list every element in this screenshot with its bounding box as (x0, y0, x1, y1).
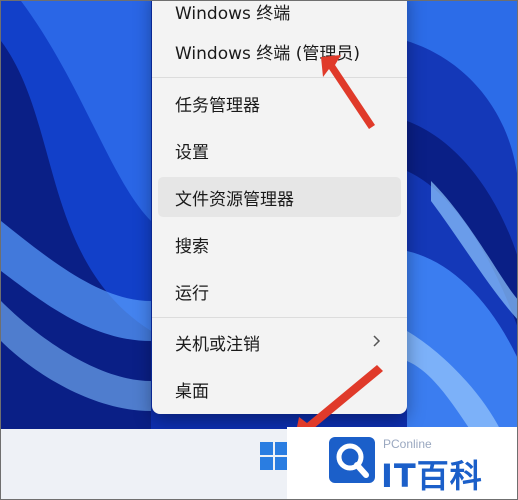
menu-item-label: 关机或注销 (175, 334, 260, 355)
menu-item-label: 任务管理器 (175, 95, 260, 116)
menu-item-settings[interactable]: 设置 (158, 130, 401, 170)
watermark-brand-small: PConline (383, 437, 432, 451)
menu-item-run[interactable]: 运行 (158, 271, 401, 311)
menu-item-windows-terminal[interactable]: Windows 终端 (158, 1, 401, 31)
chevron-right-icon (373, 335, 381, 347)
menu-item-label: 设置 (175, 142, 209, 163)
menu-separator (152, 317, 407, 318)
watermark-brand-big: IT百科 (381, 457, 483, 495)
menu-item-file-explorer[interactable]: 文件资源管理器 (158, 177, 401, 217)
menu-item-label: 桌面 (175, 381, 209, 402)
menu-item-label: 搜索 (175, 236, 209, 257)
red-arrow-annotation (321, 55, 375, 129)
menu-item-shutdown-signout[interactable]: 关机或注销 (158, 322, 401, 362)
windows-logo-icon[interactable] (260, 442, 288, 470)
menu-item-label: 文件资源管理器 (175, 189, 294, 210)
menu-item-label: 运行 (175, 283, 209, 304)
magnifier-logo-icon (329, 437, 375, 483)
menu-item-search[interactable]: 搜索 (158, 224, 401, 264)
desktop-screen: Windows 终端 Windows 终端 (管理员) 任务管理器 设置 文件资… (0, 0, 518, 500)
menu-item-label: Windows 终端 (175, 3, 291, 24)
